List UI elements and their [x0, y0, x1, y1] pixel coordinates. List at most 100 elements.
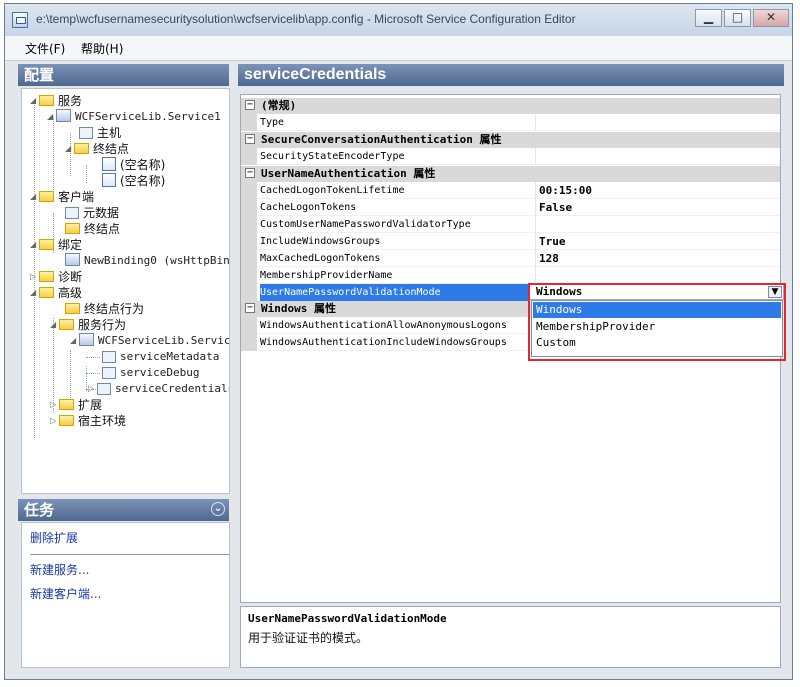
collapse-icon[interactable]: ◢	[30, 97, 37, 105]
menu-help[interactable]: 帮助(H)	[81, 40, 123, 57]
dropdown-option-membership-provider[interactable]: MembershipProvider	[533, 319, 781, 335]
property-value[interactable]: 128	[535, 250, 779, 267]
tree-item-servicemetadata[interactable]: serviceMetadata	[102, 349, 219, 365]
tree-item-services[interactable]: ◢ 服务	[30, 93, 82, 109]
tree-item-host[interactable]: 主机	[79, 125, 121, 141]
property-value[interactable]	[535, 267, 779, 284]
collapse-icon[interactable]: −	[245, 303, 255, 313]
collapse-icon[interactable]: ◢	[70, 337, 77, 345]
tree-item-service-behaviors[interactable]: ◢ 服务行为	[50, 317, 126, 333]
row-gutter	[241, 334, 257, 351]
category-secure-conversation[interactable]: − SecureConversationAuthentication 属性	[241, 132, 780, 148]
endpoint-icon	[102, 157, 116, 171]
tree-label: (空名称)	[120, 174, 166, 188]
tree-item-hosting-environment[interactable]: ▷ 宿主环境	[50, 413, 126, 429]
tree-item-client[interactable]: ◢ 客户端	[30, 189, 94, 205]
window-title: e:\temp\wcfusernamesecuritysolution\wcfs…	[36, 12, 576, 26]
tree-item-metadata[interactable]: 元数据	[65, 205, 119, 221]
delete-extension-link[interactable]: 删除扩展	[30, 529, 78, 546]
minimize-button[interactable]: ▁	[695, 9, 722, 27]
collapse-icon[interactable]: ◢	[30, 241, 37, 249]
property-name: WindowsAuthenticationIncludeWindowsGroup…	[260, 337, 507, 348]
config-panel-header: 配置	[18, 64, 229, 86]
property-row-securitystateencodertype[interactable]: SecurityStateEncoderType	[241, 148, 780, 165]
new-client-link[interactable]: 新建客户端...	[30, 585, 101, 602]
dropdown-option-windows[interactable]: Windows	[533, 302, 781, 318]
tree-item-empty-endpoint-1[interactable]: (空名称)	[102, 157, 165, 173]
validation-mode-dropdown[interactable]: Windows ▼	[529, 284, 784, 300]
collapse-icon[interactable]: ◢	[30, 289, 37, 297]
collapse-tasks-icon[interactable]: ⌄	[211, 502, 225, 516]
property-row-includewindowsgroups[interactable]: IncludeWindowsGroups True	[241, 233, 780, 250]
new-service-link[interactable]: 新建服务...	[30, 561, 89, 578]
property-panel-header: serviceCredentials	[238, 64, 784, 86]
property-value[interactable]	[535, 148, 779, 165]
dropdown-selected-value: Windows	[536, 285, 583, 298]
tree-item-client-endpoints[interactable]: 终结点	[65, 221, 120, 237]
dropdown-arrow-icon[interactable]: ▼	[768, 286, 782, 298]
collapse-icon[interactable]: ◢	[30, 193, 37, 201]
property-row-customvalidatortype[interactable]: CustomUserNamePasswordValidatorType	[241, 216, 780, 233]
folder-icon	[39, 191, 54, 202]
tree-item-bindings[interactable]: ◢ 绑定	[30, 237, 82, 253]
property-name: CustomUserNamePasswordValidatorType	[260, 219, 471, 230]
tree-item-servicecredentials[interactable]: ▷ serviceCredentials	[88, 381, 229, 397]
tree-item-servicedebug[interactable]: serviceDebug	[102, 365, 199, 381]
property-row-cachedlogontokenlifetime[interactable]: CachedLogonTokenLifetime 00:15:00	[241, 182, 780, 199]
maximize-button[interactable]: □	[724, 9, 751, 27]
dropdown-option-custom[interactable]: Custom	[533, 335, 781, 351]
tree-label: 高级	[58, 286, 83, 300]
tree-item-extensions[interactable]: ▷ 扩展	[50, 397, 102, 413]
category-label: SecureConversationAuthentication 属性	[261, 133, 502, 146]
category-username-authentication[interactable]: − UserNameAuthentication 属性	[241, 166, 780, 182]
expand-icon[interactable]: ▷	[88, 385, 95, 393]
property-description-panel: UserNamePasswordValidationMode 用于验证证书的模式…	[240, 606, 781, 668]
row-gutter	[241, 284, 257, 301]
property-row-maxcachedlogontokens[interactable]: MaxCachedLogonTokens 128	[241, 250, 780, 267]
configuration-tree[interactable]: ◢ 服务 ◢ WCFServiceLib.Service1 主机 ◢ 终结点 (空名称…	[21, 88, 230, 494]
expand-icon[interactable]: ▷	[50, 417, 57, 425]
menu-file[interactable]: 文件(F)	[25, 40, 65, 57]
collapse-icon[interactable]: ◢	[65, 145, 72, 153]
property-value[interactable]: False	[535, 199, 779, 216]
tree-item-empty-endpoint-2[interactable]: (空名称)	[102, 173, 165, 189]
tree-item-diagnostics[interactable]: ▷ 诊断	[30, 269, 82, 285]
expand-icon[interactable]: ▷	[50, 401, 57, 409]
property-value[interactable]: 00:15:00	[535, 182, 779, 199]
tree-label: 终结点	[93, 142, 130, 156]
property-row-membershipprovidername[interactable]: MembershipProviderName	[241, 267, 780, 284]
tree-label: 客户端	[58, 190, 95, 204]
property-value[interactable]	[535, 216, 779, 233]
tree-item-endpoint-behaviors[interactable]: 终结点行为	[65, 301, 144, 317]
close-button[interactable]: ✕	[753, 9, 789, 27]
tree-label: serviceMetadata	[120, 350, 220, 363]
tree-item-wcfservice1[interactable]: ◢ WCFServiceLib.Service1	[47, 109, 221, 125]
tree-item-service-behavior[interactable]: ◢ WCFServiceLib.Service	[70, 333, 229, 349]
tree-item-newbinding0[interactable]: NewBinding0 (wsHttpBindi	[65, 253, 229, 269]
property-row-cachelogontokens[interactable]: CacheLogonTokens False	[241, 199, 780, 216]
collapse-icon[interactable]: −	[245, 168, 255, 178]
property-name: CachedLogonTokenLifetime	[260, 185, 405, 196]
tree-item-endpoints[interactable]: ◢ 终结点	[65, 141, 129, 157]
menu-bar: 文件(F) 帮助(H)	[5, 36, 792, 61]
category-general[interactable]: − (常规)	[241, 98, 780, 114]
row-gutter	[241, 114, 257, 131]
description-title: UserNamePasswordValidationMode	[248, 612, 447, 625]
validation-mode-options[interactable]: Windows MembershipProvider Custom	[531, 300, 783, 357]
collapse-icon[interactable]: −	[245, 100, 255, 110]
element-icon	[97, 383, 111, 395]
row-divider	[257, 164, 780, 165]
property-value[interactable]	[535, 114, 779, 131]
property-row-type[interactable]: Type	[241, 114, 780, 131]
row-gutter	[241, 233, 257, 250]
collapse-icon[interactable]: −	[245, 134, 255, 144]
collapse-icon[interactable]: ◢	[47, 113, 54, 121]
tree-connector	[86, 366, 87, 391]
folder-icon	[59, 319, 74, 330]
category-label: Windows 属性	[261, 302, 336, 315]
expand-icon[interactable]: ▷	[30, 273, 37, 281]
property-value[interactable]: True	[535, 233, 779, 250]
tree-item-advanced[interactable]: ◢ 高级	[30, 285, 82, 301]
collapse-icon[interactable]: ◢	[50, 321, 57, 329]
tree-label: WCFServiceLib.Service1	[75, 110, 221, 123]
